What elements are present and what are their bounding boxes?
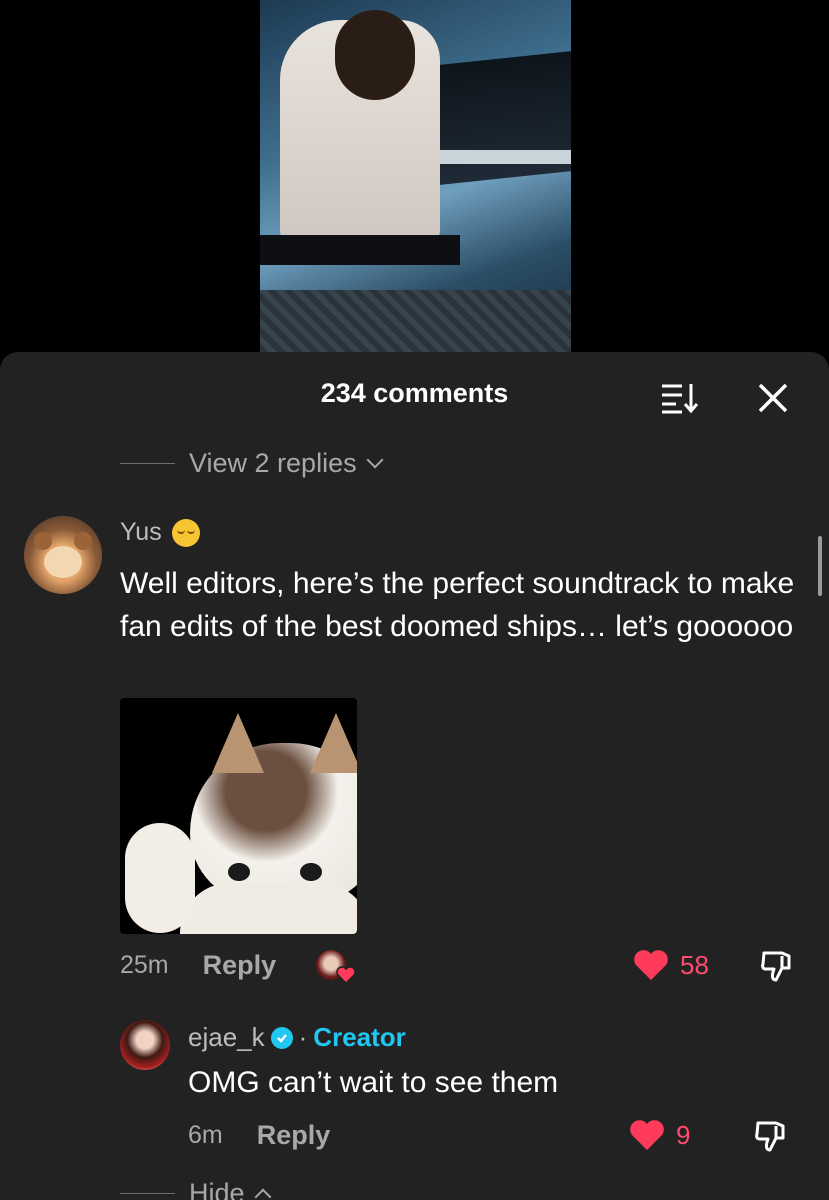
divider-line xyxy=(120,462,175,465)
thumbs-up-paw-image xyxy=(125,823,195,933)
like-button[interactable]: 9 xyxy=(628,1118,690,1152)
chevron-up-icon xyxy=(254,1188,272,1200)
creator-avatar[interactable] xyxy=(120,1020,170,1070)
cat-body-image xyxy=(180,883,357,934)
reply-meta: 6m Reply xyxy=(188,1120,330,1151)
piano-keys-image xyxy=(421,150,571,164)
floor-image xyxy=(260,290,571,360)
comment-time: 25m xyxy=(120,951,169,979)
chevron-down-icon xyxy=(366,451,384,468)
reply-username[interactable]: ejae_k · Creator xyxy=(188,1022,406,1053)
cat-ear xyxy=(212,713,264,773)
relieved-emoji-icon xyxy=(171,518,200,547)
cat-ear xyxy=(310,713,357,773)
separator-dot: · xyxy=(298,1022,308,1052)
heart-icon xyxy=(630,1120,664,1150)
pianist-image xyxy=(280,10,440,250)
comment-username[interactable]: Yus xyxy=(120,518,200,547)
comment-meta: 25m Reply xyxy=(120,950,276,981)
divider-line xyxy=(120,1192,175,1195)
creator-heart-icon xyxy=(336,966,356,984)
comment-text: Well editors, here’s the perfect soundtr… xyxy=(120,567,795,643)
avatar-face xyxy=(44,546,82,578)
cat-eye xyxy=(228,863,250,881)
like-count: 9 xyxy=(676,1119,691,1150)
dislike-icon[interactable] xyxy=(752,1118,790,1154)
reply-button[interactable]: Reply xyxy=(203,950,277,981)
close-icon[interactable] xyxy=(752,380,792,416)
verified-icon xyxy=(270,1026,293,1049)
username-text: ejae_k xyxy=(188,1022,265,1052)
hide-replies-button[interactable]: Hide xyxy=(120,1178,272,1200)
bench-image xyxy=(260,235,460,265)
reply-text: OMG can’t wait to see them xyxy=(188,1066,559,1099)
video-player[interactable] xyxy=(260,0,571,360)
reply-time: 6m xyxy=(188,1121,223,1149)
cat-eye xyxy=(300,863,322,881)
heart-icon xyxy=(634,950,668,980)
avatar-ear xyxy=(74,532,92,550)
username-text: Yus xyxy=(120,518,162,546)
dislike-icon[interactable] xyxy=(758,948,796,984)
comments-sheet: 234 comments View 2 replies Yus Well edi… xyxy=(0,352,829,1200)
scrollbar[interactable] xyxy=(818,536,822,596)
avatar-ear xyxy=(34,532,52,550)
crying-cat-sticker[interactable] xyxy=(120,698,357,934)
creator-badge: Creator xyxy=(313,1022,406,1052)
hide-label: Hide xyxy=(189,1178,245,1200)
comments-count-title: 234 comments xyxy=(320,378,509,408)
view-replies-button[interactable]: View 2 replies xyxy=(120,448,384,479)
avatar[interactable] xyxy=(24,516,102,594)
like-button[interactable]: 58 xyxy=(632,948,709,982)
view-replies-label: View 2 replies xyxy=(189,448,357,478)
sort-icon[interactable] xyxy=(660,382,700,414)
like-count: 58 xyxy=(680,949,709,980)
reply-button[interactable]: Reply xyxy=(257,1120,331,1151)
hair-image xyxy=(335,10,415,100)
